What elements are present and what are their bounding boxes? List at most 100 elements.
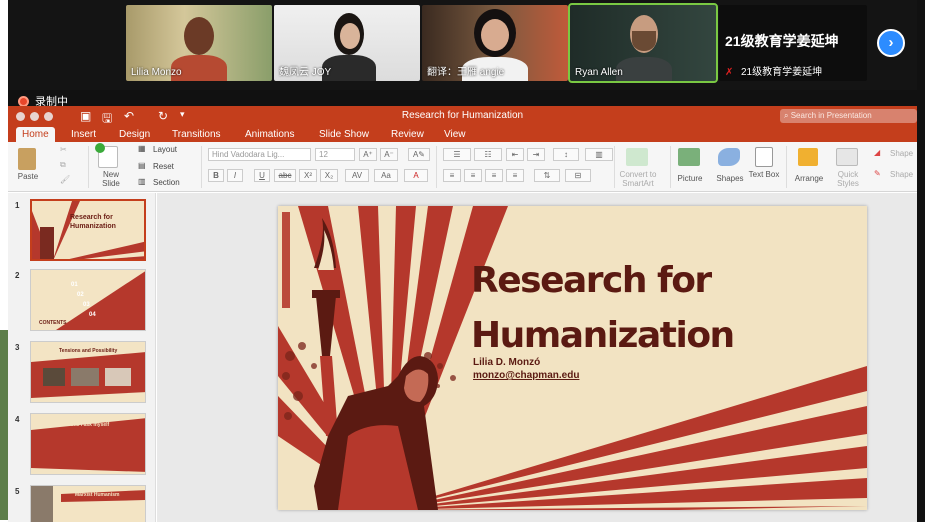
- align-center-icon[interactable]: ≡: [464, 169, 482, 182]
- section-button[interactable]: Section: [153, 178, 180, 187]
- copy-icon[interactable]: ⧉: [60, 160, 66, 170]
- tab-transitions[interactable]: Transitions: [166, 127, 227, 142]
- text-direction-icon[interactable]: ⇅: [534, 169, 560, 182]
- bullets-icon[interactable]: ☰: [443, 148, 471, 161]
- participant-tile[interactable]: 21级教育学姜延坤 ✗ 21级教育学姜延坤: [719, 5, 867, 81]
- numbering-icon[interactable]: ☷: [474, 148, 502, 161]
- participant-tile[interactable]: Lilia Monzo: [126, 5, 272, 81]
- text-box-icon[interactable]: [755, 147, 773, 167]
- decrease-indent-icon[interactable]: ⇤: [506, 148, 524, 161]
- reset-icon: ▤: [138, 161, 146, 170]
- shape-outline-button[interactable]: Shape: [890, 170, 913, 179]
- ribbon-separator: [670, 146, 671, 188]
- shapes-button[interactable]: Shapes: [712, 174, 748, 183]
- slide-thumbnail-2[interactable]: 01 02 03 04 CONTENTS: [30, 269, 146, 331]
- ribbon-separator: [201, 146, 202, 188]
- slide-title[interactable]: Research for Humanization: [471, 253, 735, 363]
- current-slide[interactable]: Research for Humanization Lilia D. Monzó…: [278, 206, 867, 510]
- participant-name: Lilia Monzo: [131, 67, 182, 78]
- picture-button[interactable]: Picture: [672, 174, 708, 183]
- slide-number: 4: [15, 415, 20, 424]
- smartart-icon[interactable]: [626, 148, 648, 166]
- strikethrough-button[interactable]: abc: [274, 169, 296, 182]
- cut-icon[interactable]: ✂: [60, 145, 67, 154]
- record-icon: [18, 95, 29, 107]
- slide-thumbnail-4[interactable]: Questions I ask myself: [30, 413, 146, 475]
- arrange-icon[interactable]: [798, 148, 818, 166]
- justify-icon[interactable]: ≡: [506, 169, 524, 182]
- layout-button[interactable]: Layout: [153, 145, 177, 154]
- paste-icon[interactable]: [18, 148, 36, 170]
- slide-email-link[interactable]: monzo@chapman.edu: [473, 370, 579, 381]
- tab-animations[interactable]: Animations: [239, 127, 300, 142]
- tab-design[interactable]: Design: [113, 127, 156, 142]
- underline-button[interactable]: U: [254, 169, 270, 182]
- subscript-button[interactable]: X₂: [320, 169, 338, 182]
- columns-icon[interactable]: ▥: [585, 148, 613, 161]
- align-right-icon[interactable]: ≡: [485, 169, 503, 182]
- slide-thumbnail-title: Tensions and Possibility: [59, 348, 118, 354]
- contents-item: 03: [83, 302, 90, 308]
- contents-item: 01: [71, 282, 78, 288]
- slide-thumbnail-title: Questions I ask myself: [55, 422, 110, 428]
- contents-item: 02: [77, 292, 84, 298]
- italic-button[interactable]: I: [227, 169, 243, 182]
- picture-icon[interactable]: [678, 148, 700, 166]
- participant-tile[interactable]: 魏凤云 JOY: [274, 5, 420, 81]
- align-left-icon[interactable]: ≡: [443, 169, 461, 182]
- slide-thumbnail-3[interactable]: Tensions and Possibility: [30, 341, 146, 403]
- tab-insert[interactable]: Insert: [65, 127, 102, 142]
- search-input[interactable]: ⌕ Search in Presentation: [780, 109, 917, 123]
- reset-button[interactable]: Reset: [153, 162, 174, 171]
- slide-number: 3: [15, 343, 20, 352]
- quick-styles-icon[interactable]: [836, 148, 858, 166]
- shape-outline-icon[interactable]: ✎: [874, 169, 881, 178]
- change-case-icon[interactable]: Aa: [374, 169, 398, 182]
- font-color-icon[interactable]: A: [404, 169, 428, 182]
- convert-to-smartart-button[interactable]: Convert to SmartArt: [616, 170, 660, 188]
- shapes-icon[interactable]: [718, 148, 740, 166]
- powerpoint-window: ▣ 🖫 ↶ ↻ ▾ Research for Humanization ⌕ Se…: [8, 106, 917, 522]
- paste-button[interactable]: Paste: [14, 172, 42, 181]
- font-size-select[interactable]: 12: [315, 148, 355, 161]
- increase-font-size-icon[interactable]: A⁺: [359, 148, 377, 161]
- participant-tile-active-speaker[interactable]: Ryan Allen: [568, 3, 718, 83]
- quick-styles-button[interactable]: Quick Styles: [830, 170, 866, 188]
- clear-formatting-icon[interactable]: A✎: [408, 148, 430, 161]
- arrange-button[interactable]: Arrange: [791, 174, 827, 183]
- new-slide-button[interactable]: New Slide: [96, 170, 126, 188]
- format-painter-icon[interactable]: 🖌: [60, 175, 70, 184]
- character-spacing-icon[interactable]: AV: [345, 169, 369, 182]
- align-text-icon[interactable]: ⊟: [565, 169, 591, 182]
- ribbon-separator: [786, 146, 787, 188]
- shape-fill-button[interactable]: Shape: [890, 149, 913, 158]
- tab-view[interactable]: View: [438, 127, 472, 142]
- shape-fill-icon[interactable]: ◢: [874, 148, 880, 157]
- tab-review[interactable]: Review: [385, 127, 430, 142]
- desktop-background: [0, 330, 8, 520]
- screen: Lilia Monzo 魏凤云 JOY 翻译：王雁 angie Ryan All…: [0, 0, 925, 522]
- next-page-button[interactable]: ›: [877, 29, 905, 57]
- participant-tile[interactable]: 翻译：王雁 angie: [422, 5, 568, 81]
- slide-thumbnail-1[interactable]: Research for Humanization: [30, 199, 146, 261]
- slide-number: 5: [15, 487, 20, 496]
- superscript-button[interactable]: X²: [299, 169, 317, 182]
- section-icon: ▥: [138, 177, 146, 186]
- slide-editor-canvas[interactable]: Research for Humanization Lilia D. Monzó…: [157, 193, 917, 522]
- slide-thumbnail-art: [32, 201, 144, 259]
- increase-indent-icon[interactable]: ⇥: [527, 148, 545, 161]
- tab-home[interactable]: Home: [16, 127, 55, 142]
- decrease-font-size-icon[interactable]: A⁻: [380, 148, 398, 161]
- ribbon-separator: [436, 146, 437, 188]
- font-name-select[interactable]: Hind Vadodara Lig...: [208, 148, 311, 161]
- slide-thumbnail-5[interactable]: Marxist Humanism: [30, 485, 146, 522]
- ribbon-separator: [88, 146, 89, 188]
- participant-name: Ryan Allen: [575, 67, 623, 78]
- text-box-button[interactable]: Text Box: [748, 170, 780, 179]
- tab-slide-show[interactable]: Slide Show: [313, 127, 375, 142]
- slide-author[interactable]: Lilia D. Monzó: [473, 357, 540, 368]
- right-edge: [917, 0, 925, 522]
- search-placeholder: Search in Presentation: [790, 111, 872, 120]
- line-spacing-icon[interactable]: ↕: [553, 148, 579, 161]
- bold-button[interactable]: B: [208, 169, 224, 182]
